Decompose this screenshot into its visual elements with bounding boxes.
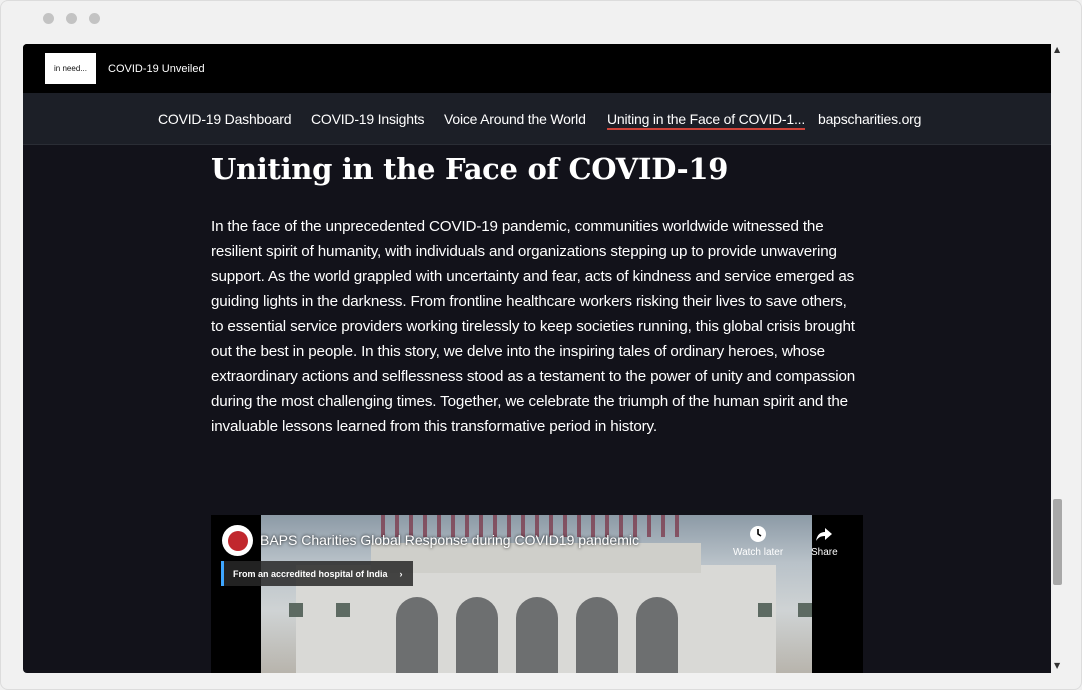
channel-avatar[interactable] [222, 525, 253, 556]
window-dot-minimize[interactable] [66, 13, 77, 24]
building-window [336, 603, 350, 617]
window-controls [43, 13, 100, 24]
video-player[interactable]: BAPS Charities Global Response during CO… [211, 515, 863, 673]
info-badge[interactable]: From an accredited hospital of India › [221, 561, 413, 586]
nav-item-dashboard[interactable]: COVID-19 Dashboard [158, 111, 292, 127]
nav-item-insights[interactable]: COVID-19 Insights [311, 111, 425, 127]
page-viewport: in need... COVID-19 Unveiled COVID-19 Da… [23, 44, 1051, 673]
page-title: Uniting in the Face of COVID-19 [211, 152, 729, 186]
info-badge-text: From an accredited hospital of India [233, 568, 388, 579]
window-dot-maximize[interactable] [89, 13, 100, 24]
building-window [798, 603, 812, 617]
browser-window: in need... COVID-19 Unveiled COVID-19 Da… [0, 0, 1082, 690]
share-label: Share [811, 547, 838, 558]
share-button[interactable]: Share [811, 525, 838, 558]
main-nav: COVID-19 Dashboard COVID-19 Insights Voi… [23, 93, 1051, 145]
scrollbar-thumb[interactable] [1053, 499, 1062, 585]
window-dot-close[interactable] [43, 13, 54, 24]
site-logo-text: in need... [54, 64, 87, 73]
building-arch [396, 597, 438, 673]
nav-item-voice-around-the-world[interactable]: Voice Around the World [444, 111, 586, 127]
building-window [758, 603, 772, 617]
building-arch [576, 597, 618, 673]
building-arch [456, 597, 498, 673]
nav-item-bapscharities[interactable]: bapscharities.org [818, 111, 921, 127]
site-header: in need... COVID-19 Unveiled [23, 44, 1051, 93]
chevron-right-icon: › [399, 568, 403, 579]
nav-item-uniting[interactable]: Uniting in the Face of COVID-1... [607, 111, 805, 130]
building-window [289, 603, 303, 617]
page-scrollbar[interactable]: ▲ ▼ [1051, 44, 1065, 673]
watch-later-label: Watch later [733, 547, 784, 558]
scroll-down-arrow-icon[interactable]: ▼ [1054, 662, 1060, 670]
site-title[interactable]: COVID-19 Unveiled [108, 63, 205, 75]
scroll-up-arrow-icon[interactable]: ▲ [1054, 46, 1060, 54]
article-body: In the face of the unprecedented COVID-1… [211, 218, 856, 435]
channel-logo-icon [227, 530, 248, 551]
video-title[interactable]: BAPS Charities Global Response during CO… [260, 532, 639, 548]
building-arch [516, 597, 558, 673]
clock-icon [750, 526, 767, 542]
building-arch [636, 597, 678, 673]
watch-later-button[interactable]: Watch later [733, 525, 783, 558]
site-logo[interactable]: in need... [45, 53, 96, 84]
share-arrow-icon [816, 528, 833, 541]
